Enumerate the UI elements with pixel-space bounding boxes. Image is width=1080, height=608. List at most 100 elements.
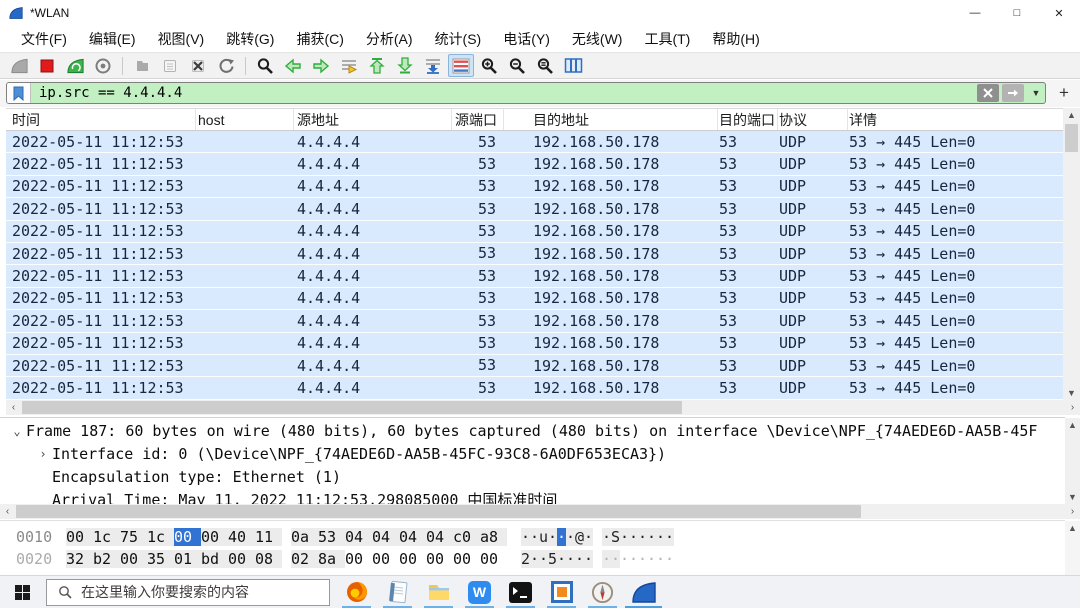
find-packet-button[interactable]	[252, 54, 278, 77]
packet-row[interactable]: 2022-05-11 11:12:534.4.4.453192.168.50.1…	[6, 355, 1063, 377]
column-header-dst-addr[interactable]: 目的地址	[504, 109, 718, 130]
prev-packet-button[interactable]	[280, 54, 306, 77]
scroll-left-arrow[interactable]: ‹	[0, 504, 15, 519]
taskbar-search-input[interactable]	[81, 584, 311, 600]
hex-row[interactable]: 002032b2003501bd0008028a0000000000002··5…	[0, 548, 1065, 570]
packet-row[interactable]: 2022-05-11 11:12:534.4.4.453192.168.50.1…	[6, 153, 1063, 175]
capture-options-button[interactable]	[90, 54, 116, 77]
zoom-out-button[interactable]	[504, 54, 530, 77]
taskbar-app-notepad[interactable]	[377, 576, 418, 608]
bytes-vscrollbar[interactable]: ▲	[1065, 521, 1080, 575]
taskbar-app-terminal[interactable]	[500, 576, 541, 608]
scroll-right-arrow[interactable]: ›	[1065, 504, 1080, 519]
menu-item-statistics[interactable]: 统计(S)	[424, 29, 493, 49]
packet-row[interactable]: 2022-05-11 11:12:534.4.4.453192.168.50.1…	[6, 243, 1063, 265]
taskbar-app-wireshark[interactable]	[623, 576, 664, 608]
scrollbar-thumb[interactable]	[16, 505, 861, 518]
filter-add-button[interactable]: +	[1052, 82, 1076, 104]
filter-apply-button[interactable]	[1002, 84, 1024, 102]
scroll-down-arrow[interactable]: ▼	[1065, 490, 1080, 504]
packet-bytes-pane: 0010001c751c000040110a5304040404c0a8··u·…	[0, 520, 1065, 575]
menu-item-help[interactable]: 帮助(H)	[701, 29, 770, 49]
packet-row[interactable]: 2022-05-11 11:12:534.4.4.453192.168.50.1…	[6, 333, 1063, 355]
taskbar-app-firefox[interactable]	[336, 576, 377, 608]
taskbar-search-box[interactable]	[46, 579, 330, 606]
detail-line[interactable]: Arrival Time: May 11, 2022 11:12:53.2980…	[0, 488, 1065, 504]
open-file-button[interactable]	[129, 54, 155, 77]
resize-columns-button[interactable]	[560, 54, 586, 77]
column-header-src-port[interactable]: 源端口	[452, 109, 504, 130]
scroll-down-arrow[interactable]: ▼	[1063, 386, 1080, 400]
packet-row[interactable]: 2022-05-11 11:12:534.4.4.453192.168.50.1…	[6, 131, 1063, 153]
scrollbar-thumb[interactable]	[22, 401, 682, 414]
menu-item-view[interactable]: 视图(V)	[147, 29, 216, 49]
start-button[interactable]	[0, 576, 44, 608]
display-filter-input[interactable]	[31, 83, 977, 103]
column-header-dst-port[interactable]: 目的端口	[718, 109, 778, 130]
packet-row[interactable]: 2022-05-11 11:12:534.4.4.453192.168.50.1…	[6, 265, 1063, 287]
packet-row[interactable]: 2022-05-11 11:12:534.4.4.453192.168.50.1…	[6, 176, 1063, 198]
details-vscrollbar[interactable]: ▲ ▼	[1065, 418, 1080, 504]
capture-stop-button[interactable]	[34, 54, 60, 77]
minimize-button[interactable]: —	[954, 0, 996, 26]
filter-bookmark-button[interactable]	[7, 83, 31, 103]
hex-row[interactable]: 0010001c751c000040110a5304040404c0a8··u·…	[0, 526, 1065, 548]
scroll-right-arrow[interactable]: ›	[1065, 400, 1080, 415]
packet-row[interactable]: 2022-05-11 11:12:534.4.4.453192.168.50.1…	[6, 377, 1063, 399]
packet-list-hscrollbar[interactable]: ‹ ›	[6, 400, 1080, 415]
taskbar-app-vmware[interactable]	[541, 576, 582, 608]
packet-list-vscrollbar[interactable]: ▲ ▼	[1063, 108, 1080, 400]
detail-line[interactable]: Encapsulation type: Ethernet (1)	[0, 466, 1065, 489]
zoom-reset-button[interactable]	[532, 54, 558, 77]
taskbar-app-compass[interactable]	[582, 576, 623, 608]
menu-item-edit[interactable]: 编辑(E)	[78, 29, 147, 49]
packet-cell: 53	[718, 379, 778, 397]
detail-line[interactable]: ›Interface id: 0 (\Device\NPF_{74AEDE6D-…	[0, 443, 1065, 466]
column-header-protocol[interactable]: 协议	[778, 109, 848, 130]
scroll-up-arrow[interactable]: ▲	[1063, 108, 1080, 122]
close-button[interactable]: ✕	[1038, 0, 1080, 26]
maximize-button[interactable]: □	[996, 0, 1038, 26]
zoom-in-button[interactable]	[476, 54, 502, 77]
expand-chevron-icon[interactable]: ›	[34, 447, 52, 461]
next-packet-button[interactable]	[308, 54, 334, 77]
scroll-up-arrow[interactable]: ▲	[1065, 418, 1080, 432]
close-file-button[interactable]	[185, 54, 211, 77]
first-packet-button[interactable]	[364, 54, 390, 77]
menu-item-telephony[interactable]: 电话(Y)	[492, 29, 561, 49]
filter-clear-button[interactable]	[977, 84, 999, 102]
packet-row[interactable]: 2022-05-11 11:12:534.4.4.453192.168.50.1…	[6, 221, 1063, 243]
menu-item-tools[interactable]: 工具(T)	[633, 29, 701, 49]
column-header-host[interactable]: host	[196, 109, 294, 130]
column-header-info[interactable]: 详情	[848, 109, 1063, 130]
detail-line[interactable]: ⌄Frame 187: 60 bytes on wire (480 bits),…	[0, 420, 1065, 443]
packet-row[interactable]: 2022-05-11 11:12:534.4.4.453192.168.50.1…	[6, 310, 1063, 332]
autoscroll-button[interactable]	[420, 54, 446, 77]
display-filter-field[interactable]: ▼	[6, 82, 1046, 104]
menu-item-go[interactable]: 跳转(G)	[215, 29, 285, 49]
menu-item-file[interactable]: 文件(F)	[10, 29, 78, 49]
menu-item-analyze[interactable]: 分析(A)	[355, 29, 424, 49]
scroll-left-arrow[interactable]: ‹	[6, 400, 21, 415]
ascii-char: ·	[602, 550, 611, 568]
scroll-up-arrow[interactable]: ▲	[1065, 521, 1080, 535]
menu-item-wireless[interactable]: 无线(W)	[561, 29, 634, 49]
capture-restart-button[interactable]	[62, 54, 88, 77]
reload-button[interactable]	[213, 54, 239, 77]
packet-row[interactable]: 2022-05-11 11:12:534.4.4.453192.168.50.1…	[6, 198, 1063, 220]
column-header-src-addr[interactable]: 源地址	[294, 109, 452, 130]
filter-dropdown-caret[interactable]: ▼	[1027, 88, 1045, 98]
column-header-time[interactable]: 时间	[6, 109, 196, 130]
capture-start-button[interactable]	[6, 54, 32, 77]
save-file-button[interactable]	[157, 54, 183, 77]
taskbar-app-file-explorer[interactable]	[418, 576, 459, 608]
expand-chevron-icon[interactable]: ⌄	[8, 424, 26, 438]
goto-packet-button[interactable]	[336, 54, 362, 77]
taskbar-app-wps[interactable]: W	[459, 576, 500, 608]
menu-item-capture[interactable]: 捕获(C)	[285, 29, 354, 49]
scrollbar-thumb[interactable]	[1065, 124, 1078, 152]
details-hscrollbar[interactable]: ‹ ›	[0, 504, 1080, 519]
colorize-button[interactable]	[448, 54, 474, 77]
packet-row[interactable]: 2022-05-11 11:12:534.4.4.453192.168.50.1…	[6, 288, 1063, 310]
last-packet-button[interactable]	[392, 54, 418, 77]
